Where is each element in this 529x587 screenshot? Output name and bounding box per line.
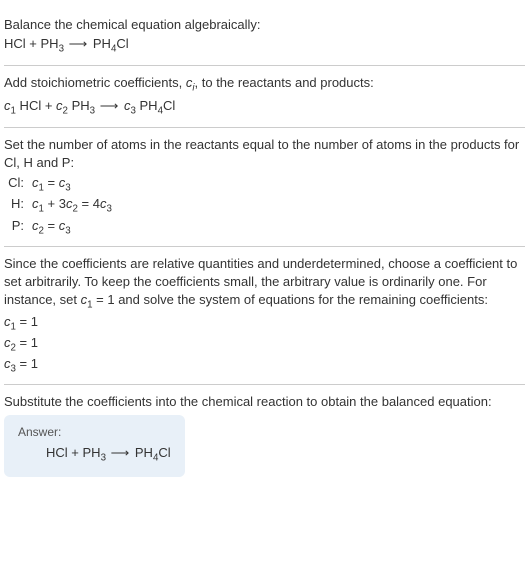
section-atom-balance: Set the number of atoms in the reactants… [4, 128, 525, 247]
coefficient-solution-list: c1 = 1 c2 = 1 c3 = 1 [4, 313, 525, 377]
list-item: c3 = 1 [4, 355, 525, 376]
plus-sign: + [26, 36, 41, 51]
coeff-equation: c1 HCl + c2 PH3 ⟶ c3 PH4Cl [4, 96, 525, 119]
ans-arrow: ⟶ [106, 445, 135, 460]
list-item: c2 = 1 [4, 334, 525, 355]
h-c3s: 3 [106, 204, 111, 215]
p-eq: = [44, 218, 59, 233]
ans-ph3-base: PH [83, 445, 101, 460]
list-item: c1 = 1 [4, 313, 525, 334]
coeff-arrow: ⟶ [95, 98, 124, 113]
ans-ph4-base: PH [135, 445, 153, 460]
element-label-p: P: [4, 217, 32, 238]
table-row: Cl: c1 = c3 [4, 174, 525, 195]
product-cl-suffix: Cl [116, 36, 128, 51]
unbalanced-equation: HCl + PH3 ⟶ PH4Cl [4, 34, 525, 57]
substitute-instruction: Substitute the coefficients into the che… [4, 393, 525, 411]
p-c3s: 3 [65, 225, 70, 236]
table-row: H: c1 + 3c2 = 4c3 [4, 195, 525, 216]
balanced-equation: HCl + PH3 ⟶ PH4Cl [18, 443, 171, 466]
ans-cl: Cl [158, 445, 170, 460]
section-add-coefficients: Add stoichiometric coefficients, ci, to … [4, 66, 525, 127]
ph4-base: PH [136, 98, 158, 113]
ph4-cl: Cl [163, 98, 175, 113]
coeff-instruction: Add stoichiometric coefficients, ci, to … [4, 74, 525, 95]
section-answer: Substitute the coefficients into the che… [4, 385, 525, 484]
solve-instruction: Since the coefficients are relative quan… [4, 255, 525, 313]
table-row: P: c2 = c3 [4, 217, 525, 238]
answer-label: Answer: [18, 425, 171, 439]
sol-c1v: = 1 [16, 314, 38, 329]
ans-plus: + [68, 445, 83, 460]
atom-balance-table: Cl: c1 = c3 H: c1 + 3c2 = 4c3 P: c2 = c3 [4, 174, 525, 238]
reactant-hcl: HCl [4, 36, 26, 51]
hcl-term: HCl + [16, 98, 56, 113]
p-equation: c2 = c3 [32, 217, 71, 238]
atom-instruction: Set the number of atoms in the reactants… [4, 136, 525, 172]
coeff-text-a: Add stoichiometric coefficients, [4, 75, 186, 90]
ph3-base: PH [68, 98, 90, 113]
product-ph4-base: PH [93, 36, 111, 51]
h-mid: + 3 [44, 196, 66, 211]
cl-eq: = [44, 175, 59, 190]
element-label-h: H: [4, 195, 32, 216]
cl-equation: c1 = c3 [32, 174, 71, 195]
element-label-cl: Cl: [4, 174, 32, 195]
reactant-ph3-base: PH [41, 36, 59, 51]
cl-c3s: 3 [65, 183, 70, 194]
sol-c2v: = 1 [16, 335, 38, 350]
section-balance-prompt: Balance the chemical equation algebraica… [4, 8, 525, 66]
answer-box: Answer: HCl + PH3 ⟶ PH4Cl [4, 415, 185, 476]
sol-c3v: = 1 [16, 356, 38, 371]
reaction-arrow: ⟶ [64, 36, 93, 51]
section-solve: Since the coefficients are relative quan… [4, 247, 525, 385]
balance-instruction: Balance the chemical equation algebraica… [4, 16, 525, 34]
solve-text-b: = 1 and solve the system of equations fo… [93, 292, 488, 307]
coeff-text-b: , to the reactants and products: [195, 75, 374, 90]
h-eq: = 4 [78, 196, 100, 211]
ans-hcl: HCl [46, 445, 68, 460]
h-equation: c1 + 3c2 = 4c3 [32, 195, 112, 216]
